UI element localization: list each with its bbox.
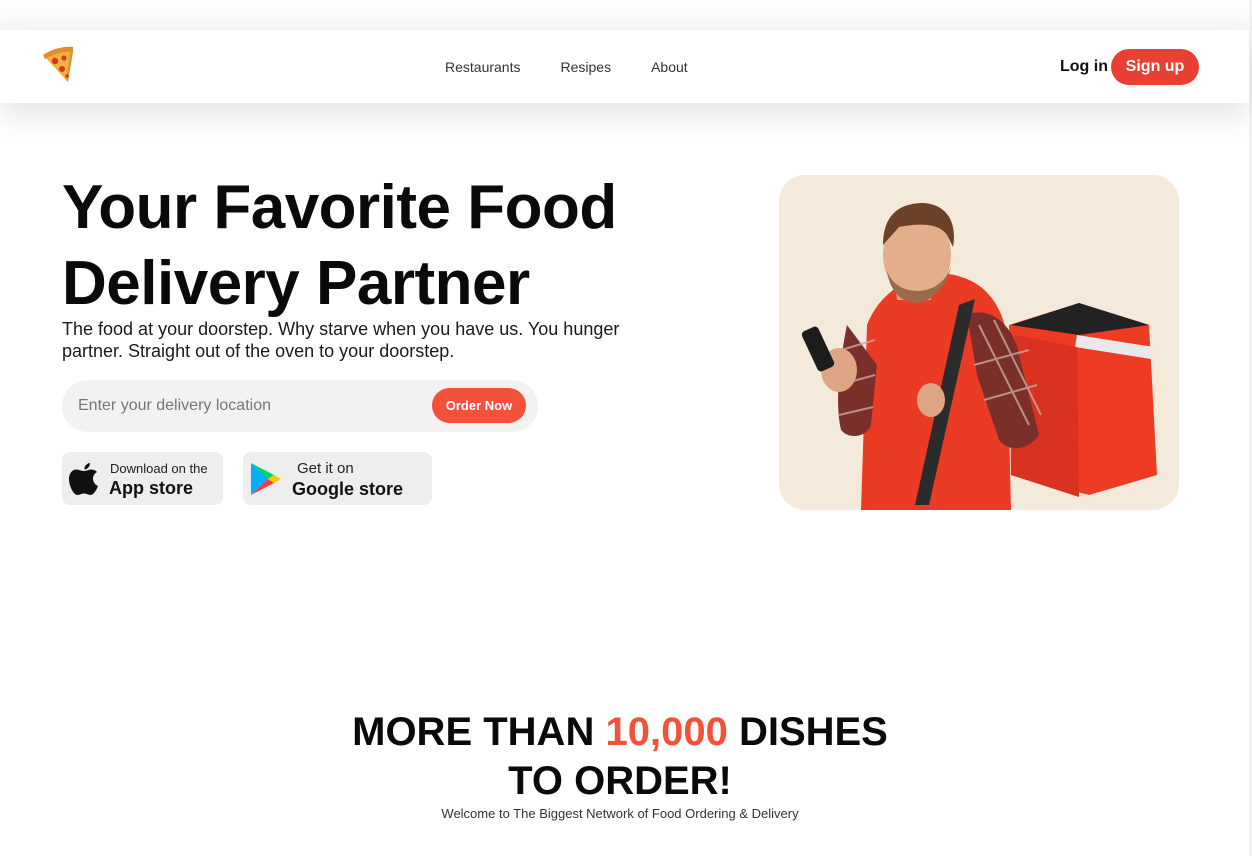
login-link[interactable]: Log in [1060,58,1108,76]
nav-link-recipes[interactable]: Resipes [560,59,611,75]
welcome-text: Welcome to The Biggest Network of Food O… [441,806,799,821]
google-store-button[interactable]: Get it on Google store [243,452,432,505]
hero-image-card [779,175,1179,510]
dishes-count: 10,000 [605,710,728,754]
delivery-location-input[interactable] [78,392,418,420]
nav-link-about[interactable]: About [651,59,688,75]
google-store-line2: Google store [292,479,404,499]
apple-icon [69,463,98,495]
delivery-search-box: Order Now [62,380,538,432]
top-strip [0,0,1252,30]
delivery-man-illustration [801,203,1157,510]
pizza-slice-icon[interactable] [40,44,80,88]
hero-title-line2: Delivery Partner [62,249,530,318]
hero-title: Your Favorite Food Delivery Partner [62,170,682,322]
google-store-line1: Get it on [297,460,354,477]
dishes-title-prefix: MORE THAN [352,710,595,754]
dishes-heading: MORE THAN 10,000 DISHES TO ORDER! [0,708,1240,806]
app-store-line1: Download on the [110,461,208,476]
hero-title-line1: Your Favorite Food [62,173,617,242]
app-store-button[interactable]: Download on the App store [62,452,223,505]
google-play-icon [251,463,281,495]
app-store-line2: App store [109,478,194,498]
hero-subtitle: The food at your doorstep. Why starve wh… [62,319,620,361]
signup-button[interactable]: Sign up [1111,49,1199,85]
dishes-title-suffix: DISHES [738,710,888,754]
main-nav: Restaurants Resipes About [445,59,688,75]
nav-link-restaurants[interactable]: Restaurants [445,59,520,75]
dishes-title-line2: TO ORDER! [508,759,732,803]
order-now-button[interactable]: Order Now [432,388,526,423]
navbar: Restaurants Resipes About Log in Sign up [0,30,1249,103]
